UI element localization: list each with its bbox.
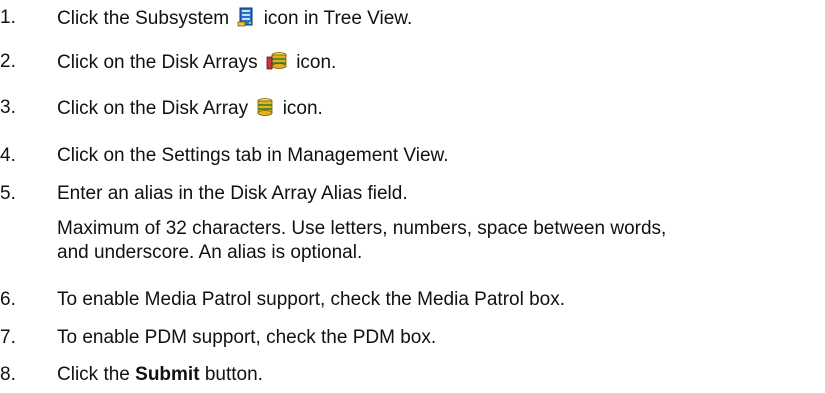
step-text: Enter an alias in the Disk Array Alias f… xyxy=(57,183,408,204)
step-text-before: Click the Subsystem xyxy=(57,8,230,29)
note-line-1: Maximum of 32 characters. Use letters, n… xyxy=(57,218,667,239)
step-text-after: button. xyxy=(204,364,263,385)
step-text: To enable Media Patrol support, check th… xyxy=(57,289,566,310)
step-number: 8. xyxy=(0,364,16,385)
step-number: 7. xyxy=(0,327,16,348)
submit-label: Submit xyxy=(135,364,200,385)
step-text-after: icon in Tree View. xyxy=(263,8,413,29)
step-5-note: Maximum of 32 characters. Use letters, n… xyxy=(57,217,666,265)
step-text: Click the Submit button. xyxy=(57,364,263,386)
step-text: Click the Subsystem icon in Tree View. xyxy=(57,7,412,33)
step-text: Click on the Settings tab in Management … xyxy=(57,145,449,166)
disk-arrays-icon xyxy=(266,51,288,77)
step-number: 6. xyxy=(0,289,16,310)
step-number: 2. xyxy=(0,51,16,72)
step-text: Click on the Disk Array icon. xyxy=(57,97,323,123)
step-number: 3. xyxy=(0,97,16,118)
step-text-after: icon. xyxy=(296,52,337,73)
step-text: To enable PDM support, check the PDM box… xyxy=(57,327,437,348)
step-number: 1. xyxy=(0,7,16,28)
step-text-before: Click on the Disk Arrays xyxy=(57,52,258,73)
step-text-after: icon. xyxy=(282,98,323,119)
step-text: Click on the Disk Arrays icon. xyxy=(57,51,336,77)
step-text-before: Click the xyxy=(57,364,130,385)
step-number: 5. xyxy=(0,183,16,204)
subsystem-icon xyxy=(237,7,255,33)
step-number: 4. xyxy=(0,145,16,166)
note-line-2: and underscore. An alias is optional. xyxy=(57,242,363,263)
disk-array-icon xyxy=(256,97,274,123)
step-text-before: Click on the Disk Array xyxy=(57,98,249,119)
